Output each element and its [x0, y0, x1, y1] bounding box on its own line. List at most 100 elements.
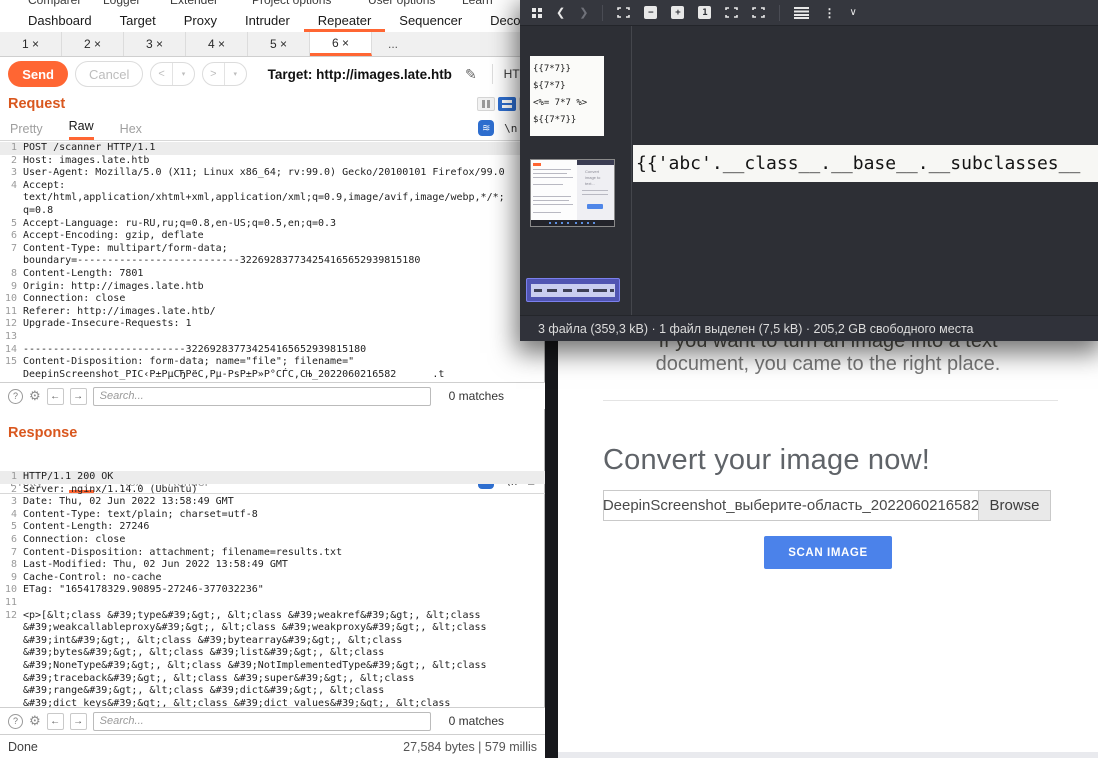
history-back-button[interactable]: < ▾ [150, 62, 195, 86]
back-arrow-icon[interactable]: < [151, 63, 173, 85]
prev-match-button[interactable]: ← [47, 713, 64, 730]
code-line: 13 [0, 331, 545, 344]
forward-caret-icon[interactable]: ▾ [225, 63, 246, 85]
tab-logger[interactable]: Logger [103, 0, 140, 7]
next-match-button[interactable]: → [70, 713, 87, 730]
history-forward-button[interactable]: > ▾ [202, 62, 247, 86]
layout-columns-button[interactable] [477, 97, 495, 111]
code-line: &#39;int&#39;&gt;, &lt;class &#39;bytear… [0, 635, 545, 648]
thumbnail-ssti-payloads[interactable]: {{7*7}} ${7*7} <%= 7*7 %> ${{7*7}} [530, 56, 604, 136]
cancel-button[interactable]: Cancel [75, 61, 143, 87]
help-icon[interactable]: ? [8, 389, 23, 404]
code-line: 6Accept-Encoding: gzip, deflate [0, 230, 545, 243]
file-input-value[interactable]: DeepinScreenshot_выберите-область_202206… [604, 491, 978, 520]
code-line: 10ETag: "1654178329.90895-27246-37703223… [0, 584, 545, 597]
chevron-down-icon[interactable]: ∨ [849, 7, 856, 18]
request-tab-hex[interactable]: Hex [120, 122, 142, 140]
tab-sequencer[interactable]: Sequencer [385, 9, 476, 32]
forward-icon[interactable]: ❯ [579, 6, 588, 19]
prev-match-button[interactable]: ← [47, 388, 64, 405]
code-line: 4Accept: [0, 180, 545, 193]
send-button[interactable]: Send [8, 61, 68, 87]
code-line: 7Content-Disposition: attachment; filena… [0, 547, 545, 560]
code-line: 8Content-Length: 7801 [0, 268, 545, 281]
tab-repeater[interactable]: Repeater [304, 9, 385, 32]
status-done: Done [8, 740, 38, 754]
request-search-input[interactable] [93, 387, 431, 406]
repeater-tab-6[interactable]: 6 × [310, 32, 372, 56]
fit-width-icon[interactable] [752, 7, 765, 18]
code-line: &#39;weakcallableproxy&#39;&gt;, &lt;cla… [0, 622, 545, 635]
code-line: q=0.8 [0, 205, 545, 218]
tab-intruder[interactable]: Intruder [231, 9, 304, 32]
newline-icon[interactable]: \n [504, 122, 517, 135]
repeater-tab-more[interactable]: ... [372, 32, 414, 56]
grid-view-icon[interactable] [532, 8, 542, 18]
viewer-toolbar: ❮ ❯ − + 1 ⋮ ∨ [520, 0, 1098, 26]
zoom-in-icon[interactable]: + [671, 6, 684, 19]
repeater-tab-5[interactable]: 5 × [248, 32, 310, 56]
tab-user-options[interactable]: User options [368, 0, 435, 7]
code-line: 3Date: Thu, 02 Jun 2022 13:58:49 GMT [0, 496, 545, 509]
code-line: &#39;dict_keys&#39;&gt;, &lt;class &#39;… [0, 698, 545, 707]
toolbar-separator [602, 5, 603, 21]
layout-rows-button[interactable] [498, 97, 516, 111]
target-label: Target: [268, 67, 313, 82]
zoom-out-icon[interactable]: − [644, 6, 657, 19]
response-editor[interactable]: 1HTTP/1.1 200 OK2Server: nginx/1.14.0 (U… [0, 471, 545, 707]
toolbar-divider [492, 64, 493, 84]
tab-comparer[interactable]: Comparer [28, 0, 81, 7]
gear-icon[interactable]: ⚙ [29, 713, 41, 729]
code-line: 3User-Agent: Mozilla/5.0 (X11; Linux x86… [0, 167, 545, 180]
browse-button[interactable]: Browse [978, 491, 1050, 520]
thumbnail-strip-selected[interactable] [526, 278, 620, 302]
tagline-line2: document, you came to the right place. [558, 353, 1098, 376]
actual-size-icon[interactable]: 1 [698, 6, 711, 19]
tab-extender[interactable]: Extender [170, 0, 218, 7]
code-line: 12<p>[&lt;class &#39;type&#39;&gt;, &lt;… [0, 610, 545, 623]
back-caret-icon[interactable]: ▾ [173, 63, 194, 85]
request-tab-pretty[interactable]: Pretty [10, 122, 43, 140]
request-editor[interactable]: 1POST /scanner HTTP/1.12Host: images.lat… [0, 142, 545, 382]
browser-page: If you want to turn an image into a text… [558, 326, 1098, 758]
code-line: 6Connection: close [0, 534, 545, 547]
request-tab-raw[interactable]: Raw [69, 119, 94, 140]
thumbnail-burp-screenshot[interactable]: Convert image to text... [530, 159, 615, 227]
repeater-tab-3[interactable]: 3 × [124, 32, 186, 56]
repeater-tab-1[interactable]: 1 × [0, 32, 62, 56]
help-icon[interactable]: ? [8, 714, 23, 729]
wrap-icon[interactable]: ≋ [478, 120, 494, 136]
tab-proxy[interactable]: Proxy [170, 9, 231, 32]
file-upload-control[interactable]: DeepinScreenshot_выберите-область_202206… [603, 490, 1051, 521]
edit-target-icon[interactable]: ✎ [465, 66, 477, 83]
burp-statusbar: Done 27,584 bytes | 579 millis [0, 734, 545, 758]
request-title: Request [8, 96, 65, 112]
kebab-menu-icon[interactable]: ⋮ [823, 6, 835, 20]
code-line: 11Referer: http://images.late.htb/ [0, 306, 545, 319]
repeater-tab-4[interactable]: 4 × [186, 32, 248, 56]
fit-window-icon[interactable] [725, 7, 738, 18]
tab-project-options[interactable]: Project options [252, 0, 331, 7]
request-view-tabs: Pretty Raw Hex ≋ \n ≡ [0, 117, 545, 141]
code-line: 14---------------------------32269283773… [0, 344, 545, 357]
response-search-input[interactable] [93, 712, 431, 731]
gear-icon[interactable]: ⚙ [29, 388, 41, 404]
tab-learn[interactable]: Learn [462, 0, 493, 7]
tab-target[interactable]: Target [106, 9, 170, 32]
code-line: DeepinScreenshot_РІС‹Р±РµСЂРёС‚Рµ-РѕР±Р»… [0, 369, 545, 382]
back-icon[interactable]: ❮ [556, 6, 565, 19]
list-view-icon[interactable] [794, 7, 809, 19]
scan-image-button[interactable]: SCAN IMAGE [764, 536, 892, 569]
repeater-tab-2[interactable]: 2 × [62, 32, 124, 56]
image-preview[interactable]: {{'abc'.__class__.__base__.__subclasses_… [633, 145, 1098, 182]
next-match-button[interactable]: → [70, 388, 87, 405]
browser-bottom-strip [558, 752, 1098, 758]
code-line: &#39;NoneType&#39;&gt;, &lt;class &#39;N… [0, 660, 545, 673]
code-line: 12Upgrade-Insecure-Requests: 1 [0, 318, 545, 331]
forward-arrow-icon[interactable]: > [203, 63, 225, 85]
code-line: 5Content-Length: 27246 [0, 521, 545, 534]
code-line: 2Server: nginx/1.14.0 (Ubuntu) [0, 484, 545, 497]
fullscreen-icon[interactable] [617, 7, 630, 18]
tab-dashboard[interactable]: Dashboard [14, 9, 106, 32]
code-line: &#39;traceback&#39;&gt;, &lt;class &#39;… [0, 673, 545, 686]
